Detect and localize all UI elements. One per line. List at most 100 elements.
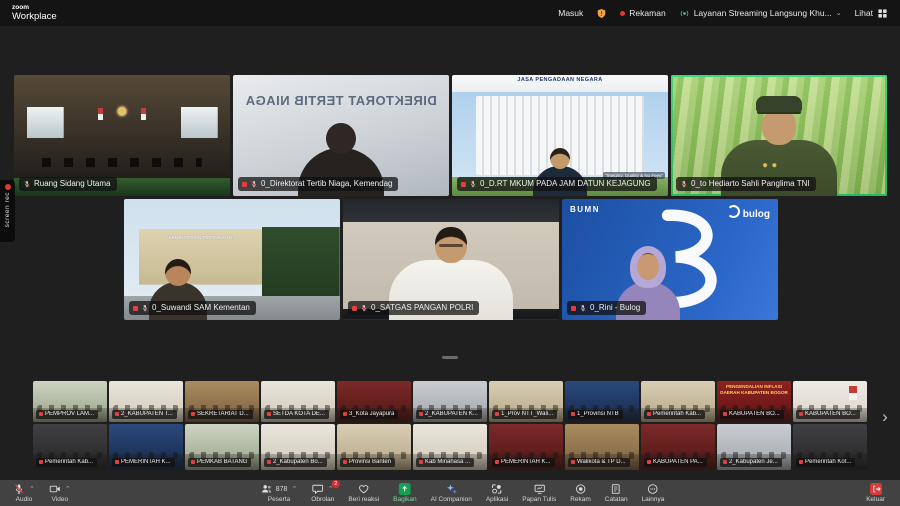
participant-label: 2_Kabupaten Je... (720, 458, 782, 467)
participant-label: KABUPATEN BO... (720, 410, 784, 419)
record-icon (343, 412, 347, 416)
record-icon (115, 412, 119, 416)
participant-name: KABUPATEN BO... (805, 411, 856, 418)
wall-text: DIREKTORAT TERTIB NIAGA (237, 93, 445, 108)
control-label: Aplikasi (486, 497, 508, 504)
record-icon (115, 460, 119, 464)
beri-reaksi-button[interactable]: Beri reaksi (341, 480, 386, 506)
participant-name: KABUPATEN PA... (653, 459, 703, 466)
icon-row (445, 483, 457, 496)
video-tile-ruang-sidang-utama[interactable]: Ruang Sidang Utama (14, 75, 230, 196)
video-tile-2-kabupaten-t[interactable]: 2_KABUPATEN T... (109, 381, 183, 422)
participant-label: 1_Prov NTT_Wali... (492, 410, 557, 419)
video-tile-0-direktorat-tertib-niaga-kemendag[interactable]: DIREKTORAT TERTIB NIAGA0_Direktorat Tert… (233, 75, 449, 196)
video-tile-0-d-rt-mkum-pada-jam-datun-kejagung[interactable]: JASA PENGADAAN NEGARA"Integrity, Quality… (452, 75, 668, 196)
record-icon (571, 460, 575, 464)
participant-label: 1_Provinsi NTB (568, 410, 623, 419)
video-tile-kab-minahasa[interactable]: Kab Minahasa ... (413, 424, 487, 470)
video-tile-pemerintah-k[interactable]: PEMERINTAH K... (109, 424, 183, 470)
stream-icon (679, 8, 690, 19)
control-label: Papan Tulis (522, 497, 556, 504)
video-tile-pemprov-lam[interactable]: PEMPROV LAM... (33, 381, 107, 422)
participant-name: 2_KABUPATEN T... (121, 411, 173, 418)
video-tile-2-kabupaten-k[interactable]: 2_KABUPATEN K... (413, 381, 487, 422)
papan-tulis-button[interactable]: Papan Tulis (515, 480, 563, 506)
ai-companion-button[interactable]: AI Companion (424, 480, 479, 506)
participant-name: SETDA KOTA DE... (273, 411, 325, 418)
icon-row (574, 483, 586, 496)
participant-label: 0_to Hediarto Sahli Panglima TNI (676, 177, 816, 191)
peserta-button[interactable]: 878⌃Peserta (254, 480, 305, 506)
video-tile-sekretariat-d[interactable]: SEKRETARIAT D... (185, 381, 259, 422)
control-group-right: Keluar (859, 480, 892, 506)
zoom-workplace-logo: zoom Workplace (12, 5, 57, 22)
building-caption: KEMENTERIAN PERTANIAN R.I (150, 235, 254, 240)
chevron-up-icon: ⌃ (65, 486, 71, 493)
participant-name: 2_Kabupaten Bo... (273, 459, 323, 466)
recording-indicator: Rekaman (620, 8, 665, 18)
gallery-row-2: KEMENTERIAN PERTANIAN R.I0_Suwandi SAM K… (124, 199, 778, 320)
video-tile-2-kabupaten-je[interactable]: 2_Kabupaten Je... (717, 424, 791, 470)
control-label: Lainnya (642, 497, 665, 504)
participant-name: Provinsi Banten (349, 459, 391, 466)
shield-warning-icon[interactable] (596, 8, 607, 19)
video-tile-kabupaten-pa[interactable]: KABUPATEN PA... (641, 424, 715, 470)
video-tile-pemerintah-kab[interactable]: Pemerintah Kab... (33, 424, 107, 470)
mic-muted-icon (469, 180, 477, 188)
video-tile-pemerintah-k[interactable]: PEMERINTAH K... (489, 424, 563, 470)
video-tile-1-provinsi-ntb[interactable]: 1_Provinsi NTB (565, 381, 639, 422)
video-tile-walikota-tp-d[interactable]: Walikota & TP D... (565, 424, 639, 470)
video-tile-0-suwandi-sam-kementan[interactable]: KEMENTERIAN PERTANIAN R.I0_Suwandi SAM K… (124, 199, 340, 320)
gallery-row-1: Ruang Sidang Utama DIREKTORAT TERTIB NIAG… (14, 75, 887, 196)
participant-label: 3_Kota Jayapura (340, 410, 398, 419)
obrolan-button[interactable]: 2⌃Obrolan (304, 480, 341, 506)
video-tile-setda-kota-de[interactable]: SETDA KOTA DE... (261, 381, 335, 422)
icon-row (358, 483, 370, 496)
video-tile-pemerintah-kot[interactable]: Pemerintah Kot... (793, 424, 867, 470)
participant-label: Kab Minahasa ... (416, 458, 474, 467)
participant-name: Ruang Sidang Utama (34, 179, 111, 189)
participant-name: 2_KABUPATEN K... (425, 411, 478, 418)
video-button[interactable]: ⌃Video (42, 480, 78, 506)
video-tile-kabupaten-bo[interactable]: PENGENDALIAN INFLASI DAERAH KABUPATEN BO… (717, 381, 791, 422)
bagikan-button[interactable]: Bagikan (386, 480, 424, 506)
video-tile-2-kabupaten-bo[interactable]: 2_Kabupaten Bo... (261, 424, 335, 470)
lainnya-button[interactable]: Lainnya (635, 480, 672, 506)
video-tile-0-rini-bulog[interactable]: BUMNbulog0_Rini - Bulog (562, 199, 778, 320)
next-page-button[interactable]: › (876, 402, 894, 432)
participant-label: SEKRETARIAT D... (188, 410, 253, 419)
video-tile-1-prov-ntt-wali[interactable]: 1_Prov NTT_Wali... (489, 381, 563, 422)
participant-label: 2_KABUPATEN T... (112, 410, 177, 419)
view-button[interactable]: Lihat (855, 8, 888, 19)
keluar-button[interactable]: Keluar (859, 480, 892, 506)
icon-row (399, 483, 411, 496)
video-tile-0-to-hediarto-sahli-panglima-tni[interactable]: 0_to Hediarto Sahli Panglima TNI (671, 75, 887, 196)
participant-label: 0_Rini - Bulog (567, 301, 646, 315)
aplikasi-button[interactable]: Aplikasi (479, 480, 515, 506)
leave-icon (870, 483, 882, 495)
participant-name: Pemerintah Kot... (805, 459, 851, 466)
participant-name: PEMPROV LAM... (45, 411, 94, 418)
live-stream-menu[interactable]: Layanan Streaming Langsung Khu... ⌄ (679, 8, 842, 19)
video-tile-0-satgas-pangan-polri[interactable]: 0_SATGAS PANGAN POLRI (343, 199, 559, 320)
video-tile-kabupaten-bo[interactable]: KABUPATEN BO... (793, 381, 867, 422)
rekam-button[interactable]: Rekam (563, 480, 598, 506)
video-tile-3-kota-jayapura[interactable]: 3_Kota Jayapura (337, 381, 411, 422)
control-label: Catatan (605, 497, 628, 504)
video-tile-pemkab-batang[interactable]: PEMKAB BATANG (185, 424, 259, 470)
audio-button[interactable]: ⌃Audio (6, 480, 42, 506)
video-tile-pemerintah-kab[interactable]: Pemerintah Kab... (641, 381, 715, 422)
mic-muted-icon (360, 304, 368, 312)
record-icon (267, 460, 271, 464)
icon-row (491, 483, 503, 496)
video-tile-provinsi-banten[interactable]: Provinsi Banten (337, 424, 411, 470)
participant-label: 0_D.RT MKUM PADA JAM DATUN KEJAGUNG (457, 177, 657, 191)
control-label: Keluar (866, 497, 885, 504)
share-icon (399, 483, 411, 495)
record-icon (461, 182, 466, 187)
thumbnail-strip-row-1: PEMPROV LAM... 2_KABUPATEN T... SEKRETARIA… (33, 381, 867, 422)
catatan-button[interactable]: Catatan (598, 480, 635, 506)
control-group-left: ⌃Audio⌃Video (6, 480, 78, 506)
gallery-divider-handle[interactable] (442, 356, 458, 359)
masuk-button[interactable]: Masuk (558, 8, 583, 18)
